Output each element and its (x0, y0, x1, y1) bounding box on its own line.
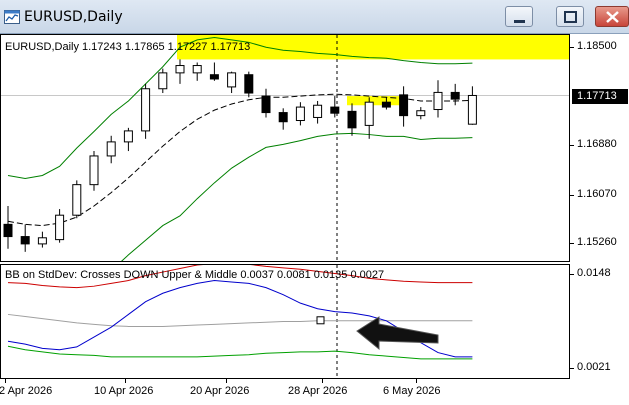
price-tick (570, 243, 574, 244)
candle-bearish (209, 74, 219, 80)
chart-window-icon (4, 10, 20, 24)
price-tick (570, 274, 574, 275)
candle-bullish (72, 184, 82, 216)
candle-bullish (141, 88, 151, 132)
minimize-button[interactable] (505, 6, 533, 27)
candle-bullish (158, 72, 168, 90)
candle-bearish (244, 74, 254, 94)
candle-bullish (227, 72, 237, 88)
indicator-scale-high: 0.0148 (577, 267, 611, 279)
window-title: EURUSD,Daily (24, 9, 123, 25)
price-label-2: 1.16880 (577, 138, 617, 150)
date-label-3: 20 Apr 2026 (190, 385, 250, 397)
date-tick (226, 379, 227, 383)
candle-bullish (37, 237, 47, 245)
indicator-title: BB on StdDev: Crosses DOWN Upper & Middl… (5, 269, 385, 281)
price-tick (570, 368, 574, 369)
time-axis[interactable]: 2 Apr 2026 10 Apr 2026 20 Apr 2026 28 Ap… (0, 379, 570, 405)
indicator-lower-line (7, 345, 473, 360)
candle-bullish (416, 110, 426, 117)
date-tick (416, 379, 417, 383)
signal-marker (316, 316, 325, 325)
chart-header: EURUSD,Daily 1.17243 1.17865 1.17227 1.1… (5, 41, 251, 53)
candle-bearish (330, 106, 340, 114)
price-tick (570, 195, 574, 196)
price-chart (1, 35, 569, 286)
candle-bullish (55, 214, 65, 241)
candle-bullish (175, 65, 185, 74)
close-icon (606, 11, 619, 23)
annotation-arrow-icon (356, 316, 439, 351)
current-price-label: 1.17713 (572, 89, 628, 104)
price-tick (570, 145, 574, 146)
price-pane[interactable]: EURUSD,Daily 1.17243 1.17865 1.17227 1.1… (0, 34, 570, 286)
indicator-scale-low: 0.0021 (577, 361, 611, 373)
candle-bullish (106, 141, 116, 157)
candle-bearish (278, 112, 288, 123)
candle-bearish (347, 110, 357, 129)
candle-bullish (313, 104, 323, 118)
date-label-4: 28 Apr 2026 (288, 385, 348, 397)
indicator-pane[interactable]: BB on StdDev: Crosses DOWN Upper & Middl… (0, 263, 570, 379)
date-tick (322, 379, 323, 383)
minimize-icon (514, 20, 525, 23)
candle-bearish (381, 101, 391, 108)
candle-bearish (450, 91, 460, 100)
date-label-2: 10 Apr 2026 (94, 385, 154, 397)
window-titlebar[interactable]: EURUSD,Daily (0, 0, 629, 34)
date-tick (125, 379, 126, 383)
indicator-chart (7, 263, 473, 378)
chart-area[interactable]: EURUSD,Daily 1.17243 1.17865 1.17227 1.1… (0, 34, 629, 405)
candle-bearish (3, 223, 13, 238)
price-label-3: 1.16070 (577, 188, 617, 200)
candle-bullish (123, 130, 133, 143)
restore-button[interactable] (556, 6, 584, 27)
candle-bullish (364, 101, 374, 126)
candle-bearish (20, 236, 30, 245)
date-label-5: 6 May 2026 (383, 385, 441, 397)
price-label-1: 1.18500 (577, 40, 617, 52)
candle-bearish (399, 94, 409, 117)
candle-bullish (89, 155, 99, 186)
price-tick (570, 47, 574, 48)
candle-bullish (467, 94, 477, 125)
price-label-4: 1.15260 (577, 236, 617, 248)
candle-bullish (295, 106, 305, 122)
date-tick (5, 379, 6, 383)
close-button[interactable] (595, 6, 629, 27)
indicator-middle-line (7, 313, 473, 327)
indicator-value-line (7, 280, 473, 358)
candle-bullish (192, 65, 202, 74)
price-scale[interactable]: 1.18500 1.17713 1.16880 1.16070 1.15260 … (570, 34, 629, 379)
candle-bearish (261, 95, 271, 114)
restore-icon (564, 11, 577, 23)
candle-bullish (433, 91, 443, 111)
date-label-1: 2 Apr 2026 (0, 385, 53, 397)
